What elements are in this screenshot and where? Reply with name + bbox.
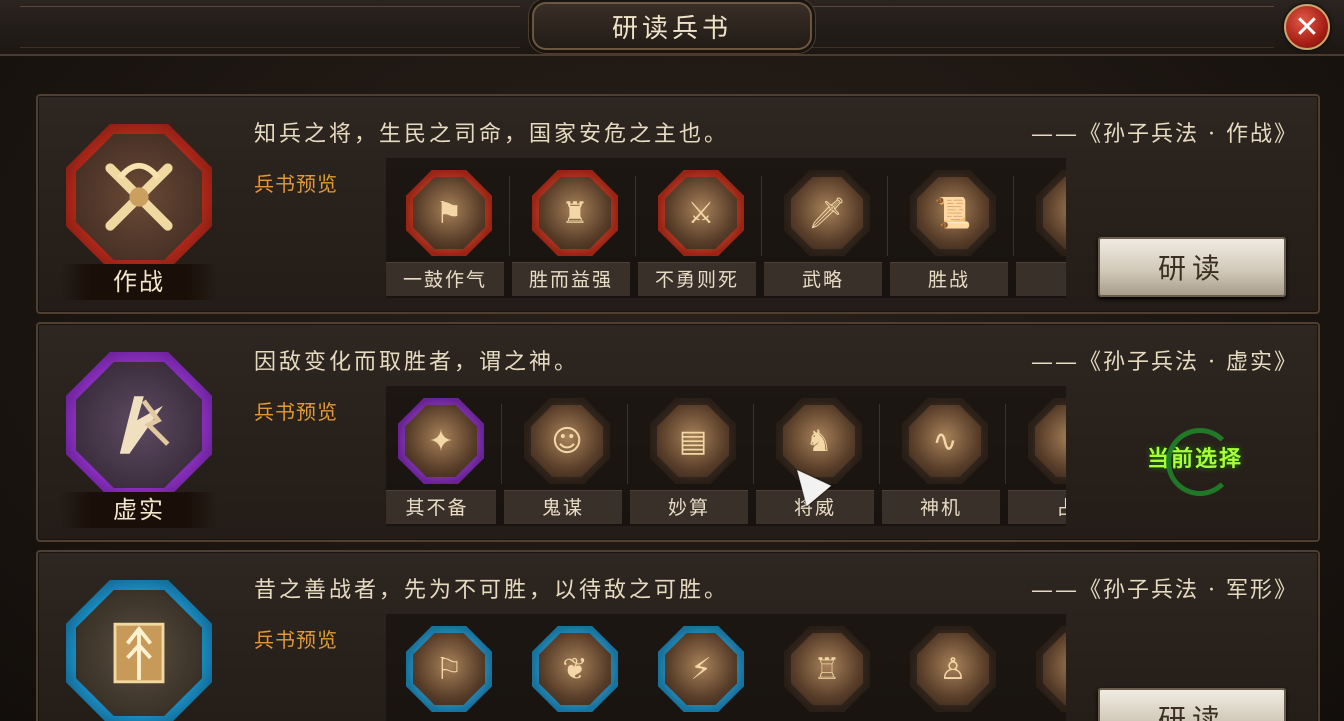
book-card-zuozhan[interactable]: 作战 知兵之将，生民之司命，国家安危之主也。 ——《孙子兵法 · 作战》 兵书预… [36, 94, 1320, 314]
book-name: 作战 [60, 264, 218, 300]
book-source: ——《孙子兵法 · 作战》 [1031, 122, 1298, 147]
book-emblem [66, 124, 212, 270]
skill-item[interactable]: ∿ 神机 [882, 394, 1008, 524]
partial-icon [1036, 626, 1066, 712]
skill-item[interactable]: ♙ [890, 622, 1016, 721]
partial-icon [1036, 170, 1066, 256]
preview-label: 兵书预览 [254, 400, 338, 424]
skill-name [1016, 262, 1066, 296]
close-button[interactable]: ✕ [1284, 4, 1330, 50]
book-name: 虚实 [60, 492, 218, 528]
scroll-icon: ▤ [650, 398, 736, 484]
soldier-icon: ♜ [532, 170, 618, 256]
book-card-xushi[interactable]: 虚实 因敌变化而取胜者，谓之神。 ——《孙子兵法 · 虚实》 兵书预览 ✦ 其不… [36, 322, 1320, 542]
skill-item[interactable] [1016, 166, 1066, 296]
skill-item[interactable]: ☺ 鬼谋 [504, 394, 630, 524]
sage-icon: ♙ [910, 626, 996, 712]
troops-icon: ⚐ [406, 626, 492, 712]
boot-icon: ∿ [902, 398, 988, 484]
partial-icon: ✦ [398, 398, 484, 484]
sword-icon: 🗡 [784, 170, 870, 256]
skill-item[interactable]: ♜ 胜而益强 [512, 166, 638, 296]
window-title: 研读兵书 [532, 2, 812, 50]
crossed-swords-icon [105, 162, 173, 231]
skill-name: 神机 [882, 490, 1000, 524]
divider [879, 404, 880, 484]
book-emblem [66, 352, 212, 498]
divider [753, 404, 754, 484]
skill-name: 不勇则死 [638, 262, 756, 296]
skills-preview: ✦ 其不备 ☺ 鬼谋 ▤ 妙算 ♞ 将威 ∿ 神机 [386, 386, 1066, 526]
book-emblem [66, 580, 212, 721]
skill-name: 其不备 [386, 490, 496, 524]
skill-item[interactable]: ⚐ [386, 622, 512, 721]
divider [1005, 404, 1006, 484]
preview-label: 兵书预览 [254, 172, 338, 196]
arrows-banner-icon [113, 622, 165, 684]
study-button[interactable]: 研读 [1098, 237, 1286, 297]
book-quote: 昔之善战者，先为不可胜，以待敌之可胜。 [254, 578, 730, 603]
skill-name: 胜而益强 [512, 262, 630, 296]
skill-item[interactable] [1016, 622, 1066, 721]
skill-name: 一鼓作气 [386, 262, 504, 296]
skill-item[interactable]: ▤ 妙算 [630, 394, 756, 524]
divider [1013, 176, 1014, 256]
skill-item[interactable]: 占 [1008, 394, 1066, 524]
pennant-icon: ⚑ [406, 170, 492, 256]
book-card-junxing[interactable]: 昔之善战者，先为不可胜，以待敌之可胜。 ——《孙子兵法 · 军形》 兵书预览 ⚐… [36, 550, 1320, 721]
skills-preview: ⚐ ❦ ⚡ ♖ ♙ [386, 614, 1066, 721]
lightning-icon [119, 396, 170, 454]
skill-item[interactable]: ♖ [764, 622, 890, 721]
skill-item[interactable]: ❦ [512, 622, 638, 721]
strategist-icon: ☺ [524, 398, 610, 484]
book-quote: 因敌变化而取胜者，谓之神。 [254, 350, 580, 375]
current-selection-badge: 当前选择 [1130, 428, 1260, 496]
fortress-icon: ♖ [784, 626, 870, 712]
skill-name: 武略 [764, 262, 882, 296]
skill-name: 胜战 [890, 262, 1008, 296]
partial-icon [1028, 398, 1066, 484]
scroll-icon: 📜 [910, 170, 996, 256]
preview-label: 兵书预览 [254, 628, 338, 652]
study-button[interactable]: 研读 [1098, 688, 1286, 721]
skill-item[interactable]: ♞ 将威 [756, 394, 882, 524]
book-quote: 知兵之将，生民之司命，国家安危之主也。 [254, 122, 730, 147]
skill-name: 妙算 [630, 490, 748, 524]
divider [635, 176, 636, 256]
blade-icon: ⚔ [658, 170, 744, 256]
book-source: ——《孙子兵法 · 虚实》 [1031, 350, 1298, 375]
divider [887, 176, 888, 256]
plant-icon: ❦ [532, 626, 618, 712]
skill-item[interactable]: ⚡ [638, 622, 764, 721]
skill-item[interactable]: 📜 胜战 [890, 166, 1016, 296]
skill-item[interactable]: ⚔ 不勇则死 [638, 166, 764, 296]
skills-preview: ⚑ 一鼓作气 ♜ 胜而益强 ⚔ 不勇则死 🗡 武略 📜 胜战 [386, 158, 1066, 298]
divider [627, 404, 628, 484]
divider [501, 404, 502, 484]
skill-name: 鬼谋 [504, 490, 622, 524]
divider [509, 176, 510, 256]
skill-item[interactable]: 🗡 武略 [764, 166, 890, 296]
skill-name: 占 [1008, 490, 1066, 524]
skill-item[interactable]: ✦ 其不备 [386, 394, 504, 524]
skill-item[interactable]: ⚑ 一鼓作气 [386, 166, 512, 296]
fan-icon: ⚡ [658, 626, 744, 712]
book-source: ——《孙子兵法 · 军形》 [1031, 578, 1298, 603]
divider [761, 176, 762, 256]
